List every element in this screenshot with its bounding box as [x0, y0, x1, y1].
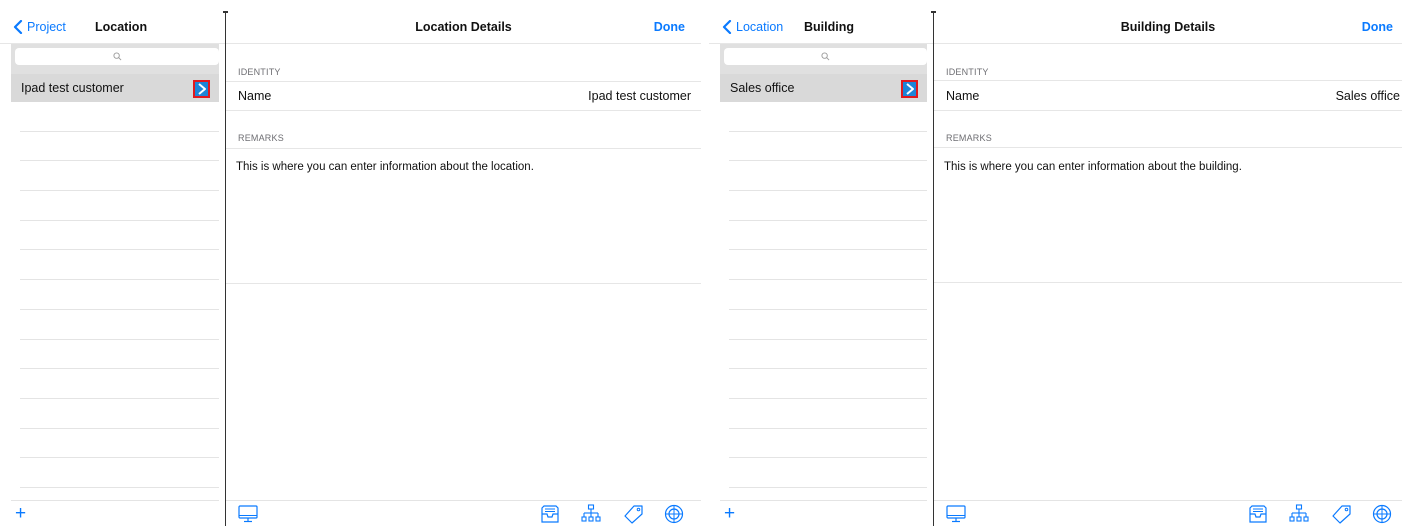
remarks-textarea[interactable]: This is where you can enter information … — [944, 161, 1392, 173]
detail-disclosure-button[interactable] — [901, 80, 918, 98]
target-icon[interactable] — [1371, 504, 1393, 524]
master-title: Location — [95, 20, 148, 34]
search-icon — [821, 52, 830, 61]
name-label: Name — [946, 89, 980, 103]
hierarchy-icon[interactable] — [580, 504, 602, 524]
master-nav-bar: Project Location — [0, 0, 225, 44]
done-button[interactable]: Done — [654, 20, 685, 34]
master-title: Building — [804, 20, 854, 34]
remarks-section-header: REMARKS — [238, 133, 284, 143]
detail-title: Location Details — [415, 20, 512, 34]
list-item-label: Ipad test customer — [21, 81, 124, 95]
back-button-label: Location — [736, 20, 784, 34]
chevron-right-icon — [197, 83, 206, 95]
chevron-right-icon — [905, 83, 914, 95]
name-field[interactable]: Name Sales office — [946, 82, 1400, 110]
divider — [226, 148, 701, 149]
monitor-icon[interactable] — [237, 504, 259, 524]
divider — [934, 147, 1402, 148]
back-button[interactable]: Location — [721, 20, 783, 34]
remarks-section-header: REMARKS — [946, 133, 992, 143]
name-value: Ipad test customer — [588, 89, 691, 103]
search-input[interactable] — [724, 48, 927, 65]
detail-title: Building Details — [1120, 20, 1216, 34]
location-details-panel: Location Details Done IDENTITY Name Ipad… — [226, 0, 701, 526]
list-item[interactable]: Sales office — [720, 74, 927, 102]
detail-nav-bar: Building Details Done — [934, 0, 1402, 44]
empty-list-rows — [729, 102, 927, 488]
remarks-textarea[interactable]: This is where you can enter information … — [236, 161, 691, 173]
detail-disclosure-button[interactable] — [193, 80, 210, 98]
back-button-label: Project — [27, 20, 66, 34]
detail-nav-bar: Location Details Done — [226, 0, 701, 44]
detail-toolbar — [934, 500, 1402, 526]
location-list-panel: Project Location Ipad test customer + — [0, 0, 225, 526]
done-button[interactable]: Done — [1362, 20, 1393, 34]
name-value: Sales office — [1335, 89, 1400, 103]
back-button[interactable]: Project — [12, 20, 66, 34]
search-icon — [112, 52, 121, 61]
building-details-panel: Building Details Done IDENTITY Name Sale… — [934, 0, 1402, 526]
name-field[interactable]: Name Ipad test customer — [238, 82, 691, 110]
building-list-panel: Location Building Sales office + — [709, 0, 933, 526]
hierarchy-icon[interactable] — [1288, 504, 1310, 524]
monitor-icon[interactable] — [945, 504, 967, 524]
list-item[interactable]: Ipad test customer — [11, 74, 219, 102]
divider — [934, 80, 1402, 81]
building-screen: Location Building Sales office + Buildin… — [709, 0, 1402, 526]
divider — [226, 110, 701, 111]
divider — [934, 282, 1402, 283]
search-bar — [720, 44, 927, 74]
divider — [226, 283, 701, 284]
chevron-left-icon — [722, 20, 732, 34]
list-item-label: Sales office — [730, 81, 795, 95]
inbox-icon[interactable] — [539, 504, 561, 524]
location-screen: Project Location Ipad test customer + Lo… — [0, 0, 701, 526]
tag-icon[interactable] — [1330, 504, 1352, 524]
search-bar — [11, 44, 219, 74]
plus-icon[interactable]: + — [15, 504, 26, 524]
master-nav-bar: Location Building — [709, 0, 933, 44]
search-input[interactable] — [15, 48, 219, 65]
identity-section-header: IDENTITY — [946, 67, 989, 77]
inbox-icon[interactable] — [1247, 504, 1269, 524]
detail-toolbar — [226, 500, 701, 526]
divider — [934, 110, 1402, 111]
master-toolbar: + — [720, 500, 927, 526]
empty-list-rows — [20, 102, 219, 488]
plus-icon[interactable]: + — [724, 504, 735, 524]
identity-section-header: IDENTITY — [238, 67, 281, 77]
name-label: Name — [238, 89, 272, 103]
tag-icon[interactable] — [622, 504, 644, 524]
chevron-left-icon — [13, 20, 23, 34]
target-icon[interactable] — [663, 504, 685, 524]
master-toolbar: + — [11, 500, 219, 526]
